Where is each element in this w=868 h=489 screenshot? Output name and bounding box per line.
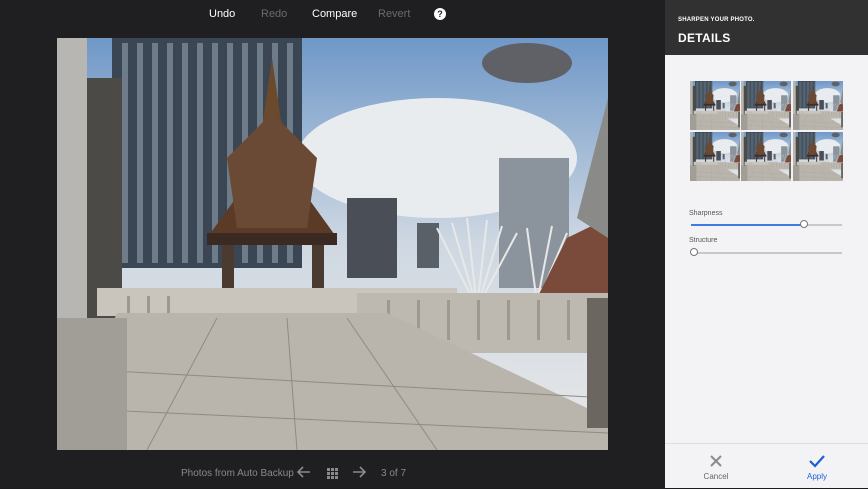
preset-thumbnail[interactable] (741, 81, 791, 130)
preset-thumbnail[interactable] (793, 132, 843, 181)
structure-label: Structure (689, 237, 718, 244)
panel-actions: Cancel Apply (665, 443, 868, 489)
undo-button[interactable]: Undo (209, 8, 235, 20)
editor-stage: Undo Redo Compare Revert ? Photos from A… (0, 0, 665, 488)
redo-button[interactable]: Redo (261, 8, 287, 20)
apply-label: Apply (806, 472, 827, 481)
check-icon (797, 454, 837, 472)
preset-thumbnail[interactable] (690, 132, 740, 181)
editor-toolbar: Undo Redo Compare Revert ? (0, 0, 665, 30)
arrow-left-icon[interactable] (296, 465, 311, 484)
details-panel: SHARPEN YOUR PHOTO. DETAILS Sharpness St… (665, 0, 868, 488)
panel-header: SHARPEN YOUR PHOTO. DETAILS (665, 0, 868, 55)
preset-thumbnail[interactable] (741, 132, 791, 181)
help-icon[interactable]: ? (434, 8, 446, 20)
structure-slider[interactable] (690, 248, 842, 256)
arrow-right-icon[interactable] (352, 465, 367, 484)
cancel-button[interactable]: Cancel (696, 454, 736, 481)
photo-image (57, 38, 608, 450)
sharpness-slider-fill (691, 224, 804, 226)
cancel-label: Cancel (703, 472, 729, 481)
sharpness-label: Sharpness (689, 210, 723, 217)
panel-subtitle: SHARPEN YOUR PHOTO. (678, 17, 755, 23)
preset-grid (690, 81, 843, 182)
photo-preview (57, 38, 608, 450)
structure-slider-handle[interactable] (690, 248, 698, 256)
album-link[interactable]: Photos from Auto Backup (181, 468, 294, 479)
grid-icon[interactable] (327, 466, 338, 484)
sharpness-slider[interactable] (691, 220, 842, 228)
preset-thumbnail[interactable] (690, 81, 740, 130)
preset-thumbnail[interactable] (793, 81, 843, 130)
close-icon (696, 454, 736, 472)
photo-counter: 3 of 7 (381, 468, 407, 479)
photo-navigation: Photos from Auto Backup 3 of 7 (0, 465, 665, 485)
compare-button[interactable]: Compare (312, 8, 357, 20)
panel-title: DETAILS (678, 31, 731, 45)
sharpness-slider-handle[interactable] (800, 220, 808, 228)
revert-button[interactable]: Revert (378, 8, 410, 20)
apply-button[interactable]: Apply (797, 454, 837, 481)
